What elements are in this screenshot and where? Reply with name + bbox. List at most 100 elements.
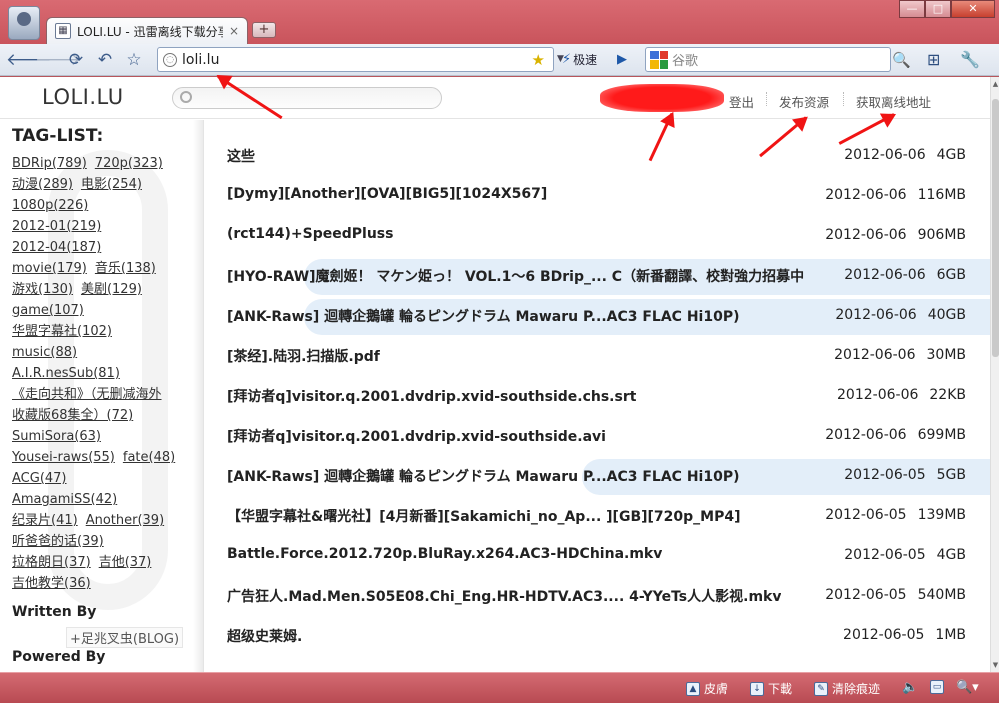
tag-link[interactable]: 吉他(37) xyxy=(99,555,152,570)
tag-link[interactable]: AmagamiSS(42) xyxy=(12,492,117,507)
minimize-button[interactable]: — xyxy=(899,0,925,18)
tag-link[interactable]: music(88) xyxy=(12,345,77,360)
file-row[interactable]: [茶经].陆羽.扫描版.pdf 2012-06-06 30MB xyxy=(204,337,990,377)
tag-row: ACG(47) xyxy=(12,468,190,489)
file-row[interactable]: [HYO-RAW]魔劍姬！ マケン姫っ！ VOL.1～6 BDrip_... C… xyxy=(204,257,990,297)
file-row[interactable]: 广告狂人.Mad.Men.S05E08.Chi_Eng.HR-HDTV.AC3.… xyxy=(204,577,990,617)
tag-link[interactable]: 美剧(129) xyxy=(81,282,142,297)
search-box[interactable]: 谷歌 xyxy=(645,47,891,72)
forward-icon[interactable]: 🡒 xyxy=(35,48,81,72)
tag-link[interactable]: Yousei-raws(55) xyxy=(12,450,115,465)
maximize-button[interactable]: □ xyxy=(925,0,951,18)
tag-link[interactable]: 2012-04(187) xyxy=(12,240,101,255)
scroll-thumb[interactable] xyxy=(992,99,999,357)
go-play-icon[interactable]: ▶ xyxy=(617,48,627,72)
tag-link[interactable]: Another(39) xyxy=(86,513,164,528)
file-title[interactable]: [HYO-RAW]魔劍姬！ マケン姫っ！ VOL.1～6 BDrip_... C… xyxy=(227,266,804,286)
file-title[interactable]: [ANK-Raws] 迴轉企鵝罐 輪るピングドラム Mawaru P...AC3… xyxy=(227,466,740,486)
search-icon[interactable]: 🔍 xyxy=(892,48,911,72)
clear-traces-button[interactable]: ✎ 清除痕迹 xyxy=(814,680,880,697)
tag-link[interactable]: movie(179) xyxy=(12,261,87,276)
file-title[interactable]: Battle.Force.2012.720p.BluRay.x264.AC3-H… xyxy=(227,546,662,562)
user-avatar-icon[interactable] xyxy=(8,6,40,40)
zoom-icon[interactable]: 🔍▾ xyxy=(956,680,979,695)
file-row[interactable]: [拜访者q]visitor.q.2001.dvdrip.xvid-southsi… xyxy=(204,417,990,457)
file-title[interactable]: [茶经].陆羽.扫描版.pdf xyxy=(227,346,380,366)
page-scrollbar[interactable]: ▲ ▼ xyxy=(990,77,999,672)
tag-link[interactable]: BDRip(789) xyxy=(12,156,87,171)
file-title[interactable]: 【华盟字幕社&曙光社】[4月新番][Sakamichi_no_Ap... ][G… xyxy=(227,506,741,526)
volume-icon[interactable]: 🔈 xyxy=(902,680,918,695)
tag-link[interactable]: 电影(254) xyxy=(81,177,142,192)
browser-tab[interactable]: ▦ LOLI.LU - 迅雷离线下载分享 × xyxy=(46,17,248,44)
file-title[interactable]: [拜访者q]visitor.q.2001.dvdrip.xvid-southsi… xyxy=(227,386,636,406)
tag-link[interactable]: 音乐(138) xyxy=(95,261,156,276)
skin-button[interactable]: ▲ 皮膚 xyxy=(686,680,728,697)
file-title[interactable]: [ANK-Raws] 迴轉企鵝罐 輪るピングドラム Mawaru P...AC3… xyxy=(227,306,740,326)
tag-link[interactable]: A.I.R.nesSub(81) xyxy=(12,366,120,381)
tag-link[interactable]: 收藏版68集全）(72) xyxy=(12,408,133,423)
tag-link[interactable]: 《走向共和》（无删减海外 xyxy=(12,387,162,402)
tag-link[interactable]: 游戏(130) xyxy=(12,282,73,297)
file-title[interactable]: 这些 xyxy=(227,146,255,166)
blog-link[interactable]: +足兆叉虫(BLOG) xyxy=(66,627,184,648)
monitor-icon[interactable]: ▭ xyxy=(930,680,944,694)
tag-link[interactable]: 华盟字幕社(102) xyxy=(12,324,112,339)
nav-divider xyxy=(766,92,767,106)
file-row[interactable]: [Dymy][Another][OVA][BIG5][1024X567] 2012… xyxy=(204,177,990,217)
scroll-up-icon[interactable]: ▲ xyxy=(991,77,999,91)
file-title[interactable]: [Dymy][Another][OVA][BIG5][1024X567] xyxy=(227,186,547,202)
wrench-menu-icon[interactable]: 🔧 xyxy=(960,48,980,72)
back-icon[interactable]: 🡐 xyxy=(6,48,52,72)
scroll-down-icon[interactable]: ▼ xyxy=(991,658,999,672)
tag-link[interactable]: 拉格朗日(37) xyxy=(12,555,91,570)
speed-mode-button[interactable]: ⚡ 极速 xyxy=(559,48,601,72)
file-row[interactable]: [ANK-Raws] 迴轉企鵝罐 輪るピングドラム Mawaru P...AC3… xyxy=(204,297,990,337)
download-button[interactable]: ↓ 下載 xyxy=(750,680,792,697)
file-date: 2012-06-06 xyxy=(835,307,917,323)
tag-link[interactable]: 吉他教学(36) xyxy=(12,576,91,591)
file-title[interactable]: (rct144)+SpeedPluss xyxy=(227,226,393,242)
file-row[interactable]: [ANK-Raws] 迴轉企鵝罐 輪るピングドラム Mawaru P...AC3… xyxy=(204,457,990,497)
publish-link[interactable]: 发布资源 xyxy=(779,92,829,111)
file-row[interactable]: [拜访者q]visitor.q.2001.dvdrip.xvid-southsi… xyxy=(204,377,990,417)
file-row[interactable]: (rct144)+SpeedPluss 2012-06-06 906MB xyxy=(204,217,990,257)
site-search-input[interactable] xyxy=(172,87,442,109)
file-row[interactable]: Battle.Force.2012.720p.BluRay.x264.AC3-H… xyxy=(204,537,990,577)
reload-icon[interactable]: ⟳ xyxy=(64,48,88,72)
address-bar[interactable]: ◌ loli.lu ★ xyxy=(157,47,554,72)
extensions-icon[interactable]: ⊞ xyxy=(927,48,940,72)
address-input[interactable]: loli.lu xyxy=(182,52,532,68)
tag-link[interactable]: 1080p(226) xyxy=(12,198,88,213)
favorite-star-icon[interactable]: ★ xyxy=(532,51,545,69)
tag-link[interactable]: ACG(47) xyxy=(12,471,67,486)
file-row[interactable]: 这些 2012-06-06 4GB xyxy=(204,137,990,177)
tag-row: movie(179) 音乐(138) xyxy=(12,258,190,279)
get-offline-link[interactable]: 获取离线地址 xyxy=(856,92,931,111)
search-input[interactable]: 谷歌 xyxy=(672,50,890,69)
file-date: 2012-06-06 xyxy=(834,347,916,363)
tag-link[interactable]: 纪录片(41) xyxy=(12,513,78,528)
file-title[interactable]: 超级史莱姆. xyxy=(227,626,302,646)
logout-link[interactable]: 登出 xyxy=(729,92,754,111)
site-logo[interactable]: LOLI.LU xyxy=(42,85,124,109)
tag-link[interactable]: 2012-01(219) xyxy=(12,219,101,234)
bookmark-star-icon[interactable]: ☆ xyxy=(122,48,146,72)
close-window-button[interactable]: ✕ xyxy=(951,0,995,18)
file-title[interactable]: 广告狂人.Mad.Men.S05E08.Chi_Eng.HR-HDTV.AC3.… xyxy=(227,586,781,606)
tag-link[interactable]: 听爸爸的话(39) xyxy=(12,534,104,549)
tag-list: BDRip(789) 720p(323) 动漫(289) 电影(254) 1080p(2… xyxy=(12,153,190,594)
broom-icon: ✎ xyxy=(814,681,828,696)
undo-icon[interactable]: ↶ xyxy=(93,48,117,72)
tab-title: LOLI.LU - 迅雷离线下载分享 xyxy=(77,24,223,39)
file-row[interactable]: 超级史莱姆. 2012-06-05 1MB xyxy=(204,617,990,657)
file-row[interactable]: 【华盟字幕社&曙光社】[4月新番][Sakamichi_no_Ap... ][G… xyxy=(204,497,990,537)
tag-link[interactable]: 动漫(289) xyxy=(12,177,73,192)
tab-close-icon[interactable]: × xyxy=(229,24,239,38)
file-title[interactable]: [拜访者q]visitor.q.2001.dvdrip.xvid-southsi… xyxy=(227,426,606,446)
new-tab-button[interactable]: + xyxy=(252,22,276,38)
tag-link[interactable]: game(107) xyxy=(12,303,84,318)
tag-link[interactable]: fate(48) xyxy=(123,450,175,465)
tag-link[interactable]: SumiSora(63) xyxy=(12,429,101,444)
tag-link[interactable]: 720p(323) xyxy=(95,156,163,171)
